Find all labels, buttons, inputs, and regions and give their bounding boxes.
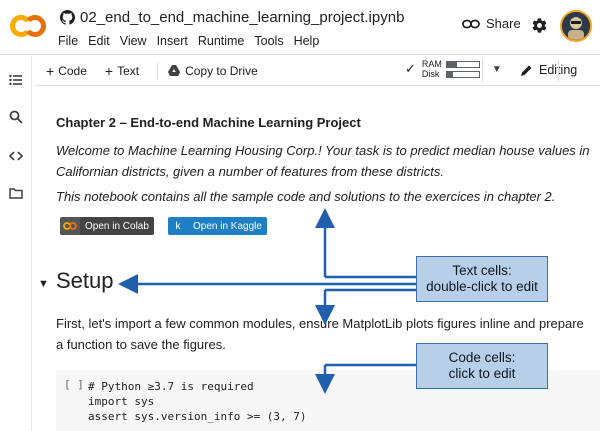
text-cells-callout-line2: double-click to edit [426,279,538,294]
code-cells-callout-line2: click to edit [448,366,516,381]
code-cells-callout-line1: Code cells: [448,350,516,365]
code-cells-callout: Code cells: click to edit [416,343,548,389]
text-cells-callout-line1: Text cells: [452,263,512,278]
text-cells-callout: Text cells: double-click to edit [416,256,548,302]
